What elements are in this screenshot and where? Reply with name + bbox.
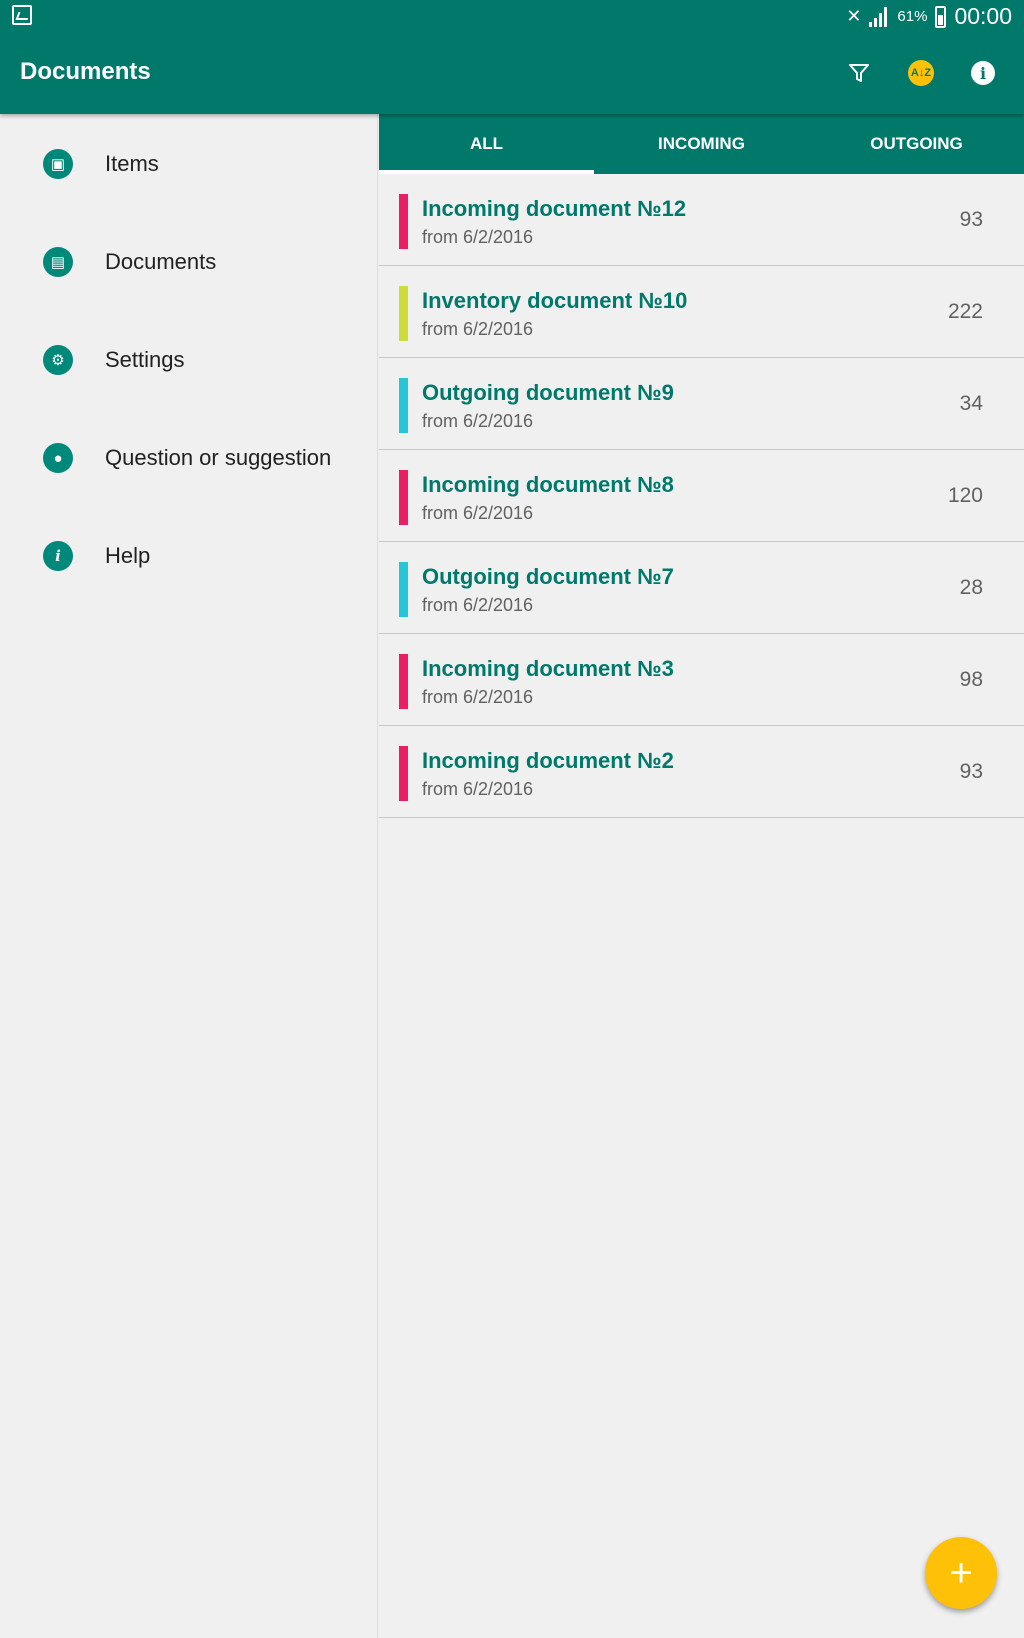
sidebar-item-help[interactable]: i Help	[0, 521, 378, 591]
document-count: 222	[947, 300, 983, 323]
document-count: 98	[959, 668, 983, 691]
info-icon[interactable]: i	[968, 58, 998, 88]
sidebar-item-label: Question or suggestion	[105, 445, 332, 470]
type-color-bar	[399, 746, 408, 801]
document-count: 93	[959, 208, 983, 231]
list-item[interactable]: Outgoing document №7 from 6/2/2016 28	[379, 542, 1024, 634]
document-count: 120	[947, 484, 983, 507]
list-item[interactable]: Incoming document №3 from 6/2/2016 98	[379, 634, 1024, 726]
gear-icon: ⚙	[43, 345, 73, 375]
list-item[interactable]: Inventory document №10 from 6/2/2016 222	[379, 266, 1024, 358]
document-date: from 6/2/2016	[422, 503, 534, 523]
document-count: 28	[959, 576, 983, 599]
list-item[interactable]: Incoming document №12 from 6/2/2016 93	[379, 174, 1024, 266]
nav-drawer: ▣ Items ▤ Documents ⚙ Settings ● Questio…	[0, 114, 378, 1638]
tab-outgoing[interactable]: OUTGOING	[809, 114, 1024, 174]
info-icon: i	[43, 541, 73, 571]
sidebar-item-label: Documents	[105, 249, 217, 274]
document-title: Outgoing document №7	[422, 564, 674, 589]
sidebar-item-settings[interactable]: ⚙ Settings	[0, 325, 378, 395]
type-color-bar	[399, 470, 408, 525]
battery-percent: 61%	[897, 8, 928, 25]
clock: 00:00	[954, 3, 1012, 29]
document-date: from 6/2/2016	[422, 411, 534, 431]
mute-icon: ✕	[846, 6, 862, 26]
document-title: Incoming document №12	[422, 196, 687, 221]
tab-incoming[interactable]: INCOMING	[594, 114, 809, 174]
document-date: from 6/2/2016	[422, 319, 534, 339]
document-icon: ▤	[43, 247, 73, 277]
sidebar-item-items[interactable]: ▣ Items	[0, 129, 378, 199]
status-right: ✕ 61% 00:00	[846, 3, 1012, 30]
sidebar-item-label: Items	[105, 151, 159, 176]
sidebar-item-label: Settings	[105, 347, 185, 372]
type-color-bar	[399, 378, 408, 433]
document-date: from 6/2/2016	[422, 227, 534, 247]
info-icon-glyph: i	[971, 61, 995, 85]
tab-all[interactable]: ALL	[379, 114, 594, 174]
chat-icon: ●	[43, 443, 73, 473]
document-count: 34	[959, 392, 983, 415]
signal-icon	[869, 6, 889, 27]
sidebar-item-question[interactable]: ● Question or suggestion	[0, 423, 378, 493]
document-list: Incoming document №12 from 6/2/2016 93 I…	[379, 174, 1024, 818]
sort-icon[interactable]: A↓Z	[906, 58, 936, 88]
list-item[interactable]: Incoming document №8 from 6/2/2016 120	[379, 450, 1024, 542]
battery-icon	[935, 5, 947, 28]
document-date: from 6/2/2016	[422, 687, 534, 707]
document-title: Incoming document №8	[422, 472, 674, 497]
status-bar: ✕ 61% 00:00	[0, 0, 1024, 34]
app-bar: ✕ 61% 00:00 Documents A↓Z i	[0, 0, 1024, 114]
type-color-bar	[399, 654, 408, 709]
document-title: Incoming document №3	[422, 656, 674, 681]
list-item[interactable]: Outgoing document №9 from 6/2/2016 34	[379, 358, 1024, 450]
plus-icon: +	[949, 1550, 973, 1595]
document-count: 93	[959, 760, 983, 783]
sort-icon-glyph: A↓Z	[908, 60, 934, 86]
gallery-icon	[12, 5, 32, 25]
document-title: Incoming document №2	[422, 748, 674, 773]
document-title: Inventory document №10	[422, 288, 688, 313]
page-title: Documents	[20, 58, 151, 85]
add-document-button[interactable]: +	[925, 1537, 997, 1609]
sidebar-item-label: Help	[105, 543, 151, 568]
box-icon: ▣	[43, 149, 73, 179]
type-color-bar	[399, 194, 408, 249]
document-date: from 6/2/2016	[422, 779, 534, 799]
document-date: from 6/2/2016	[422, 595, 534, 615]
filter-icon[interactable]	[844, 58, 874, 88]
document-title: Outgoing document №9	[422, 380, 674, 405]
list-item[interactable]: Incoming document №2 from 6/2/2016 93	[379, 726, 1024, 818]
type-color-bar	[399, 286, 408, 341]
tab-bar: ALL INCOMING OUTGOING	[379, 114, 1024, 174]
type-color-bar	[399, 562, 408, 617]
sidebar-item-documents[interactable]: ▤ Documents	[0, 227, 378, 297]
